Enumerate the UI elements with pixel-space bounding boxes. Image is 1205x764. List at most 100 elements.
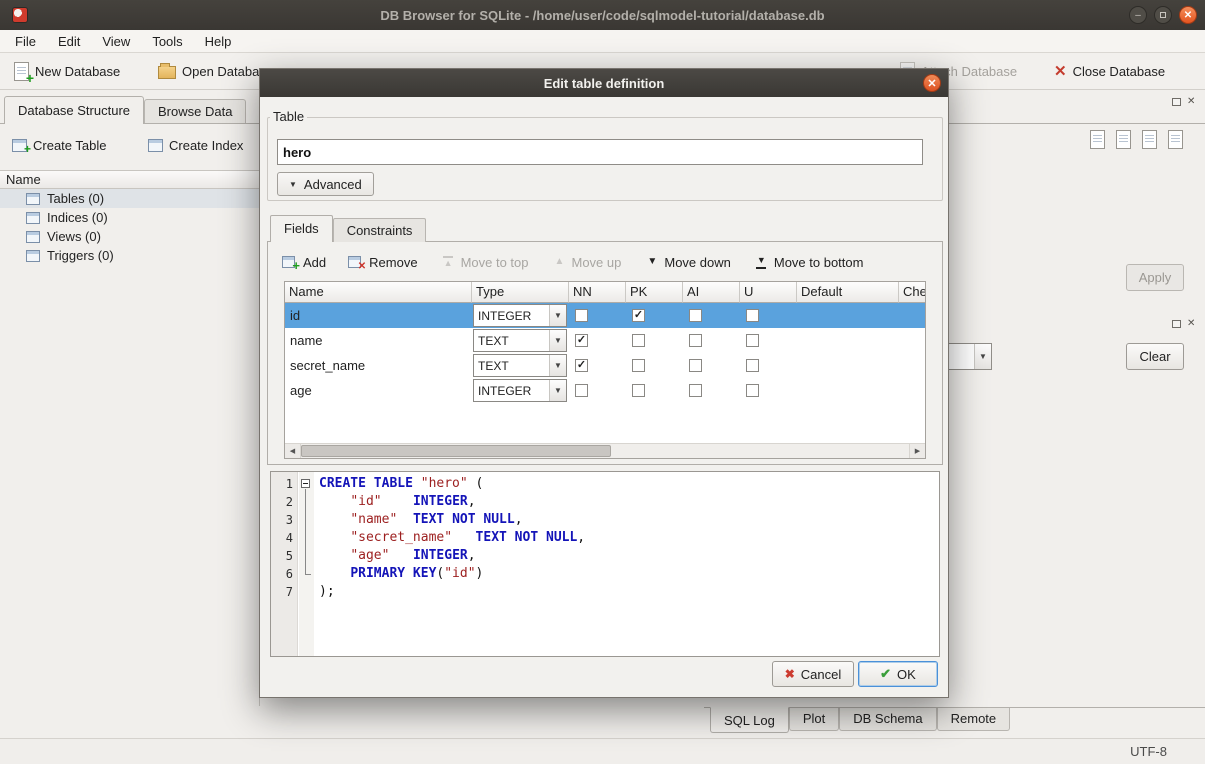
maximize-button[interactable]	[1154, 6, 1172, 24]
menu-file[interactable]: File	[4, 32, 47, 51]
column-header-nn[interactable]: NN	[569, 282, 626, 303]
add-button[interactable]: Add	[276, 252, 332, 272]
scrollbar-thumb[interactable]	[301, 445, 611, 457]
scroll-left-icon[interactable]: ◀	[285, 444, 301, 458]
window-titlebar[interactable]: DB Browser for SQLite - /home/user/code/…	[0, 0, 1205, 30]
bottom-tab-plot[interactable]: Plot	[789, 708, 839, 731]
create-index-button[interactable]: Create Index	[142, 132, 249, 158]
close-database-button[interactable]: ✕ Close Database	[1046, 57, 1173, 85]
ai-checkbox[interactable]	[689, 384, 702, 397]
set-null-icon[interactable]	[1142, 130, 1157, 149]
field-type-cell[interactable]: TEXT▼	[472, 328, 569, 353]
field-name-cell[interactable]: name	[285, 328, 472, 353]
ai-checkbox[interactable]	[689, 359, 702, 372]
check-cell[interactable]	[899, 328, 926, 353]
tree-item-indices[interactable]: Indices (0)	[0, 208, 260, 227]
tab-browse-data[interactable]: Browse Data	[144, 99, 246, 124]
ai-checkbox[interactable]	[689, 334, 702, 347]
column-header-default[interactable]: Default	[797, 282, 899, 303]
dock-close-icon[interactable]: ✕	[1187, 97, 1195, 107]
field-row[interactable]: idINTEGER▼ ✓	[285, 303, 925, 328]
nn-checkbox[interactable]: ✓	[575, 334, 588, 347]
remove-button[interactable]: Remove	[342, 252, 423, 272]
column-header-type[interactable]: Type	[472, 282, 569, 303]
menu-help[interactable]: Help	[194, 32, 243, 51]
dialog-titlebar[interactable]: Edit table definition ✕	[260, 69, 948, 97]
chevron-down-icon[interactable]: ▼	[549, 355, 566, 376]
bottom-tab-db-schema[interactable]: DB Schema	[839, 708, 936, 731]
column-header-u[interactable]: U	[740, 282, 797, 303]
ok-button[interactable]: ✔ OK	[858, 661, 938, 687]
field-row[interactable]: secret_nameTEXT▼✓	[285, 353, 925, 378]
tab-constraints[interactable]: Constraints	[333, 218, 427, 242]
type-combo[interactable]: INTEGER▼	[473, 379, 567, 402]
field-name-cell[interactable]: age	[285, 378, 472, 403]
column-header-pk[interactable]: PK	[626, 282, 683, 303]
menu-tools[interactable]: Tools	[141, 32, 193, 51]
nn-checkbox[interactable]	[575, 384, 588, 397]
menu-edit[interactable]: Edit	[47, 32, 91, 51]
type-combo[interactable]: TEXT▼	[473, 354, 567, 377]
print-icon[interactable]	[1168, 130, 1183, 149]
field-name-cell[interactable]: id	[285, 303, 472, 328]
nn-checkbox[interactable]	[575, 309, 588, 322]
tree-item-views[interactable]: Views (0)	[0, 227, 260, 246]
log-filter-combo[interactable]: ▼	[946, 343, 992, 370]
sql-preview[interactable]: 1CREATE TABLE "hero" (2 "id" INTEGER,3 "…	[270, 471, 940, 657]
clear-button[interactable]: Clear	[1126, 343, 1184, 370]
advanced-toggle-button[interactable]: ▼ Advanced	[277, 172, 374, 196]
type-combo[interactable]: INTEGER▼	[473, 304, 567, 327]
import-icon[interactable]	[1090, 130, 1105, 149]
chevron-down-icon[interactable]: ▼	[549, 330, 566, 351]
cancel-button[interactable]: ✖ Cancel	[772, 661, 854, 687]
bottom-tab-remote[interactable]: Remote	[937, 708, 1011, 731]
scrollbar-track[interactable]	[301, 444, 909, 458]
close-button[interactable]: ✕	[1179, 6, 1197, 24]
new-database-button[interactable]: + New Database	[6, 57, 128, 85]
tree-column-header[interactable]: Name	[0, 170, 260, 189]
dock-close-icon[interactable]: ✕	[1187, 319, 1195, 329]
field-name-cell[interactable]: secret_name	[285, 353, 472, 378]
table-name-input[interactable]	[277, 139, 923, 165]
menu-view[interactable]: View	[91, 32, 141, 51]
check-cell[interactable]	[899, 303, 926, 328]
tab-database-structure[interactable]: Database Structure	[4, 96, 144, 124]
create-table-button[interactable]: + Create Table	[6, 132, 112, 158]
dock-float-icon[interactable]	[1172, 320, 1181, 328]
scroll-right-icon[interactable]: ▶	[909, 444, 925, 458]
pk-checkbox[interactable]	[632, 384, 645, 397]
default-cell[interactable]	[797, 378, 899, 403]
field-type-cell[interactable]: INTEGER▼	[472, 303, 569, 328]
minimize-button[interactable]: –	[1129, 6, 1147, 24]
ai-checkbox[interactable]	[689, 309, 702, 322]
move-bottom-button[interactable]: Move to bottom	[747, 252, 870, 272]
field-type-cell[interactable]: TEXT▼	[472, 353, 569, 378]
check-cell[interactable]	[899, 353, 926, 378]
tree-item-triggers[interactable]: Triggers (0)	[0, 246, 260, 265]
tree-item-tables[interactable]: Tables (0)	[0, 189, 260, 208]
fold-marker[interactable]	[298, 475, 314, 493]
column-header-check[interactable]: Check	[899, 282, 926, 303]
export-icon[interactable]	[1116, 130, 1131, 149]
u-checkbox[interactable]	[746, 309, 759, 322]
dialog-close-button[interactable]: ✕	[923, 74, 941, 92]
u-checkbox[interactable]	[746, 384, 759, 397]
pk-checkbox[interactable]: ✓	[632, 309, 645, 322]
field-row[interactable]: ageINTEGER▼	[285, 378, 925, 403]
pk-checkbox[interactable]	[632, 334, 645, 347]
field-row[interactable]: nameTEXT▼ ✓	[285, 328, 925, 353]
horizontal-scrollbar[interactable]: ◀ ▶	[285, 443, 925, 458]
default-cell[interactable]	[797, 328, 899, 353]
field-type-cell[interactable]: INTEGER▼	[472, 378, 569, 403]
u-checkbox[interactable]	[746, 334, 759, 347]
check-cell[interactable]	[899, 378, 926, 403]
chevron-down-icon[interactable]: ▼	[549, 380, 566, 401]
chevron-down-icon[interactable]: ▼	[549, 305, 566, 326]
u-checkbox[interactable]	[746, 359, 759, 372]
dock-float-icon[interactable]	[1172, 98, 1181, 106]
column-header-ai[interactable]: AI	[683, 282, 740, 303]
tab-fields[interactable]: Fields	[270, 215, 333, 242]
pk-checkbox[interactable]	[632, 359, 645, 372]
default-cell[interactable]	[797, 303, 899, 328]
type-combo[interactable]: TEXT▼	[473, 329, 567, 352]
